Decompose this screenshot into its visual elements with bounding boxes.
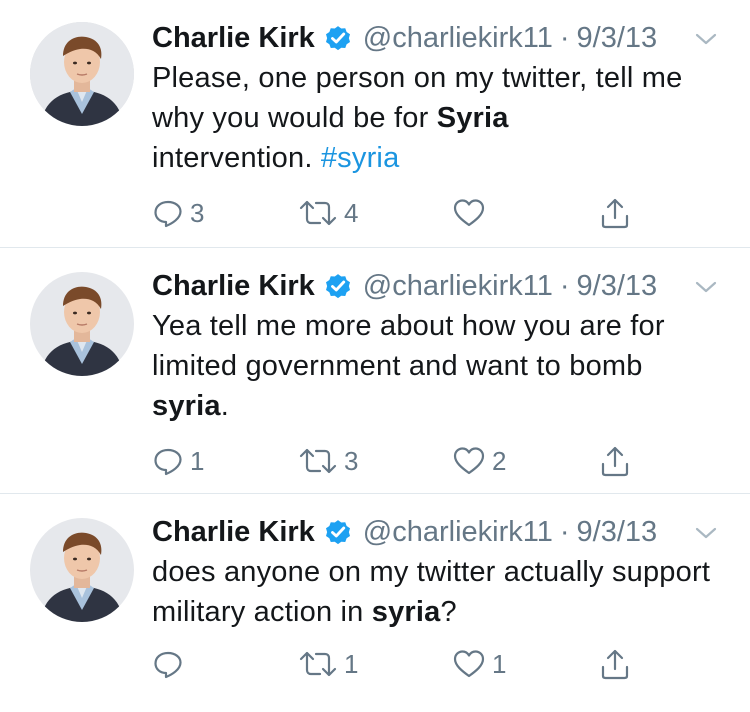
- reply-button[interactable]: 1: [152, 443, 204, 479]
- author-handle[interactable]: @charliekirk11: [363, 270, 553, 303]
- avatar[interactable]: [30, 518, 134, 622]
- tweet-text-segment: intervention.: [152, 142, 321, 174]
- tweet-text-bold: syria: [152, 390, 221, 422]
- avatar-image: [30, 22, 134, 126]
- separator-dot: ·: [559, 515, 570, 548]
- chevron-down-icon[interactable]: [693, 28, 719, 50]
- like-button[interactable]: 1: [452, 646, 506, 682]
- tweet-header: Charlie Kirk @charliekirk11 · 9/3/13: [152, 264, 657, 308]
- tweet-timeline: Charlie Kirk @charliekirk11 · 9/3/13 Ple…: [0, 0, 750, 712]
- like-button[interactable]: 2: [452, 443, 506, 479]
- tweet-text: does anyone on my twitter actually suppo…: [152, 552, 722, 632]
- share-button[interactable]: [598, 646, 632, 682]
- reply-count: 3: [190, 197, 205, 228]
- tweet-date[interactable]: 9/3/13: [577, 270, 658, 303]
- tweet[interactable]: Charlie Kirk @charliekirk11 · 9/3/13 Yea…: [0, 248, 750, 494]
- like-button[interactable]: [452, 195, 492, 231]
- tweet-header: Charlie Kirk @charliekirk11 · 9/3/13: [152, 510, 657, 554]
- reply-icon: [154, 200, 182, 228]
- share-button[interactable]: [598, 443, 632, 479]
- tweet-actions: 1 1: [152, 646, 712, 682]
- share-icon: [601, 198, 629, 229]
- chevron-down-icon[interactable]: [693, 522, 719, 544]
- reply-count: 1: [190, 445, 205, 476]
- heart-icon: [453, 650, 485, 678]
- avatar-image: [30, 272, 134, 376]
- reply-icon: [154, 448, 182, 476]
- reply-button[interactable]: 3: [152, 195, 204, 231]
- share-icon: [601, 649, 629, 680]
- tweet-text-segment: .: [220, 390, 229, 422]
- tweet-text-segment: Yea tell me more about how you are for l…: [152, 310, 665, 382]
- retweet-count: 4: [344, 197, 359, 228]
- retweet-count: 1: [344, 648, 359, 679]
- tweet-text: Please, one person on my twitter, tell m…: [152, 58, 722, 178]
- like-count: 2: [492, 445, 507, 476]
- retweet-count: 3: [344, 445, 359, 476]
- retweet-icon: [299, 651, 337, 677]
- author-name[interactable]: Charlie Kirk: [152, 270, 315, 303]
- author-name[interactable]: Charlie Kirk: [152, 516, 315, 549]
- retweet-button[interactable]: 4: [298, 195, 358, 231]
- retweet-button[interactable]: 3: [298, 443, 358, 479]
- tweet-header: Charlie Kirk @charliekirk11 · 9/3/13: [152, 16, 657, 60]
- heart-icon: [453, 199, 485, 227]
- tweet-text: Yea tell me more about how you are for l…: [152, 306, 722, 426]
- tweet-actions: 1 3 2: [152, 443, 712, 479]
- share-icon: [601, 446, 629, 477]
- tweet-text-bold: Syria: [436, 102, 509, 134]
- avatar[interactable]: [30, 272, 134, 376]
- tweet-date[interactable]: 9/3/13: [577, 22, 658, 55]
- retweet-icon: [299, 200, 337, 226]
- retweet-icon: [299, 448, 337, 474]
- avatar-image: [30, 518, 134, 622]
- tweet-actions: 3 4: [152, 195, 712, 231]
- reply-button[interactable]: [152, 646, 190, 682]
- chevron-down-icon[interactable]: [693, 276, 719, 298]
- tweet-date[interactable]: 9/3/13: [577, 516, 658, 549]
- verified-badge-icon: [323, 23, 353, 53]
- author-handle[interactable]: @charliekirk11: [363, 22, 553, 55]
- tweet[interactable]: Charlie Kirk @charliekirk11 · 9/3/13 Ple…: [0, 0, 750, 248]
- verified-badge-icon: [323, 517, 353, 547]
- separator-dot: ·: [559, 269, 570, 302]
- tweet-text-segment: ?: [440, 596, 457, 628]
- tweet[interactable]: Charlie Kirk @charliekirk11 · 9/3/13 doe…: [0, 494, 750, 712]
- author-name[interactable]: Charlie Kirk: [152, 22, 315, 55]
- reply-icon: [154, 651, 182, 679]
- avatar[interactable]: [30, 22, 134, 126]
- heart-icon: [453, 447, 485, 475]
- verified-badge-icon: [323, 271, 353, 301]
- share-button[interactable]: [598, 195, 632, 231]
- separator-dot: ·: [559, 21, 570, 54]
- retweet-button[interactable]: 1: [298, 646, 358, 682]
- tweet-text-segment: Please, one person on my twitter, tell m…: [152, 62, 683, 134]
- like-count: 1: [492, 648, 507, 679]
- tweet-text-bold: syria: [371, 596, 441, 628]
- author-handle[interactable]: @charliekirk11: [363, 516, 553, 549]
- hashtag-link[interactable]: #syria: [321, 142, 400, 174]
